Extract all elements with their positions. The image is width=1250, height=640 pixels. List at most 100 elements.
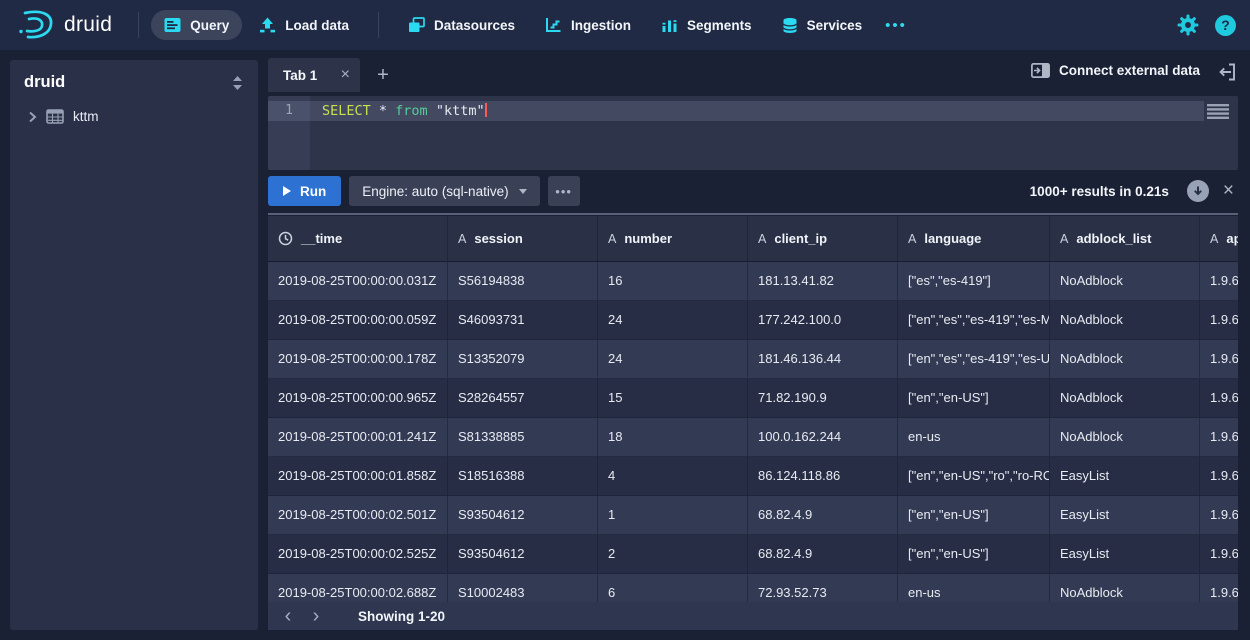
settings-gear-icon[interactable] (1177, 14, 1199, 36)
table-cell[interactable]: S18516388 (448, 457, 598, 496)
table-cell[interactable]: 2019-08-25T00:00:00.031Z (268, 262, 448, 301)
nav-item-load-data[interactable]: Load data (246, 10, 362, 40)
table-cell[interactable]: 2 (598, 535, 748, 574)
run-button[interactable]: Run (268, 176, 341, 206)
sidebar-item-kttm[interactable]: kttm (10, 101, 258, 132)
table-cell[interactable]: 68.82.4.9 (748, 535, 898, 574)
engine-select[interactable]: Engine: auto (sql-native) (349, 176, 539, 206)
table-cell[interactable]: 181.46.136.44 (748, 340, 898, 379)
nav-item-query[interactable]: Query (151, 10, 242, 40)
table-cell[interactable]: 1 (598, 496, 748, 535)
next-page-button[interactable]: › (302, 604, 330, 628)
column-header-session[interactable]: Asession (448, 216, 598, 261)
table-cell[interactable]: 15 (598, 379, 748, 418)
table-cell[interactable]: 2019-08-25T00:00:00.059Z (268, 301, 448, 340)
table-cell[interactable]: S28264557 (448, 379, 598, 418)
table-cell[interactable]: NoAdblock (1050, 379, 1200, 418)
table-cell[interactable]: 6 (598, 574, 748, 602)
nav-item-datasources[interactable]: Datasources (395, 10, 528, 40)
table-cell[interactable]: NoAdblock (1050, 418, 1200, 457)
column-header-language[interactable]: Alanguage (898, 216, 1050, 261)
tab-close-icon[interactable]: × (341, 66, 350, 84)
table-cell[interactable]: 181.13.41.82 (748, 262, 898, 301)
table-cell[interactable]: 2019-08-25T00:00:00.178Z (268, 340, 448, 379)
table-cell[interactable]: S93504612 (448, 535, 598, 574)
editor-menu-icon[interactable] (1207, 104, 1229, 119)
table-cell[interactable]: EasyList (1050, 457, 1200, 496)
prev-page-button[interactable]: ‹ (274, 604, 302, 628)
table-cell[interactable]: 1.9.6 (1200, 262, 1238, 301)
help-icon[interactable]: ? (1215, 15, 1236, 36)
nav-more-button[interactable]: ••• (875, 17, 917, 34)
table-cell[interactable]: S46093731 (448, 301, 598, 340)
table-cell[interactable]: S13352079 (448, 340, 598, 379)
download-icon[interactable] (1187, 180, 1209, 202)
table-cell[interactable]: 1.9.6 (1200, 301, 1238, 340)
new-tab-button[interactable]: + (370, 62, 396, 88)
table-cell[interactable]: 68.82.4.9 (748, 496, 898, 535)
table-cell[interactable]: 1.9.6 (1200, 535, 1238, 574)
column-header-client_ip[interactable]: Aclient_ip (748, 216, 898, 261)
table-cell[interactable]: S93504612 (448, 496, 598, 535)
table-cell[interactable]: en-us (898, 574, 1050, 602)
tab-1[interactable]: Tab 1 × (268, 58, 360, 92)
table-cell[interactable]: S56194838 (448, 262, 598, 301)
table-cell[interactable]: 2019-08-25T00:00:02.501Z (268, 496, 448, 535)
column-header-adblock_list[interactable]: Aadblock_list (1050, 216, 1200, 261)
column-header-number[interactable]: Anumber (598, 216, 748, 261)
nav-item-segments[interactable]: Segments (648, 10, 765, 40)
table-cell[interactable]: S10002483 (448, 574, 598, 602)
table-cell[interactable]: ["en","en-US"] (898, 496, 1050, 535)
table-cell[interactable]: 2019-08-25T00:00:02.688Z (268, 574, 448, 602)
table-cell[interactable]: ["en","en-US"] (898, 535, 1050, 574)
table-cell[interactable]: ["en","en-US"] (898, 379, 1050, 418)
table-cell[interactable]: NoAdblock (1050, 340, 1200, 379)
string-type-icon: A (1060, 232, 1068, 246)
nav-item-services[interactable]: Services (769, 10, 876, 40)
table-cell[interactable]: 1.9.6 (1200, 574, 1238, 602)
table-cell[interactable]: 24 (598, 301, 748, 340)
table-cell[interactable]: ["en","es","es-419","es-M (898, 301, 1050, 340)
table-cell[interactable]: 24 (598, 340, 748, 379)
table-cell[interactable]: 100.0.162.244 (748, 418, 898, 457)
table-cell[interactable]: EasyList (1050, 535, 1200, 574)
table-cell[interactable]: NoAdblock (1050, 301, 1200, 340)
query-more-button[interactable]: ••• (548, 176, 580, 206)
table-cell[interactable]: 2019-08-25T00:00:00.965Z (268, 379, 448, 418)
table-cell[interactable]: 1.9.6 (1200, 496, 1238, 535)
table-cell[interactable]: 4 (598, 457, 748, 496)
table-cell[interactable]: 1.9.6 (1200, 418, 1238, 457)
connect-external-data-button[interactable]: Connect external data (1031, 63, 1200, 78)
table-cell[interactable]: ["en","en-US","ro","ro-RO (898, 457, 1050, 496)
column-header-label: client_ip (774, 231, 827, 246)
column-header-ap[interactable]: Aap (1200, 216, 1238, 261)
table-row: 2019-08-25T00:00:02.525ZS93504612268.82.… (268, 535, 1238, 574)
table-cell[interactable]: 16 (598, 262, 748, 301)
table-cell[interactable]: 1.9.6 (1200, 340, 1238, 379)
table-cell[interactable]: 86.124.118.86 (748, 457, 898, 496)
table-cell[interactable]: 72.93.52.73 (748, 574, 898, 602)
table-cell[interactable]: 1.9.6 (1200, 457, 1238, 496)
druid-logo[interactable]: druid (14, 8, 112, 42)
table-cell[interactable]: S81338885 (448, 418, 598, 457)
table-cell[interactable]: 1.9.6 (1200, 379, 1238, 418)
nav-item-ingestion[interactable]: Ingestion (532, 10, 644, 40)
table-cell[interactable]: 2019-08-25T00:00:01.858Z (268, 457, 448, 496)
table-cell[interactable]: NoAdblock (1050, 262, 1200, 301)
column-header-__time[interactable]: __time (268, 216, 448, 261)
table-cell[interactable]: 2019-08-25T00:00:01.241Z (268, 418, 448, 457)
sort-icon[interactable] (231, 75, 244, 91)
table-cell[interactable]: en-us (898, 418, 1050, 457)
table-cell[interactable]: EasyList (1050, 496, 1200, 535)
table-cell[interactable]: ["en","es","es-419","es-U (898, 340, 1050, 379)
table-cell[interactable]: NoAdblock (1050, 574, 1200, 602)
table-cell[interactable]: 71.82.190.9 (748, 379, 898, 418)
table-cell[interactable]: ["es","es-419"] (898, 262, 1050, 301)
sql-code-line[interactable]: SELECT * from "kttm" (322, 101, 487, 121)
sql-editor[interactable]: 1 SELECT * from "kttm" (268, 96, 1238, 170)
collapse-panel-icon[interactable] (1219, 62, 1236, 82)
table-cell[interactable]: 177.242.100.0 (748, 301, 898, 340)
table-cell[interactable]: 18 (598, 418, 748, 457)
table-cell[interactable]: 2019-08-25T00:00:02.525Z (268, 535, 448, 574)
close-results-icon[interactable]: × (1223, 180, 1234, 202)
